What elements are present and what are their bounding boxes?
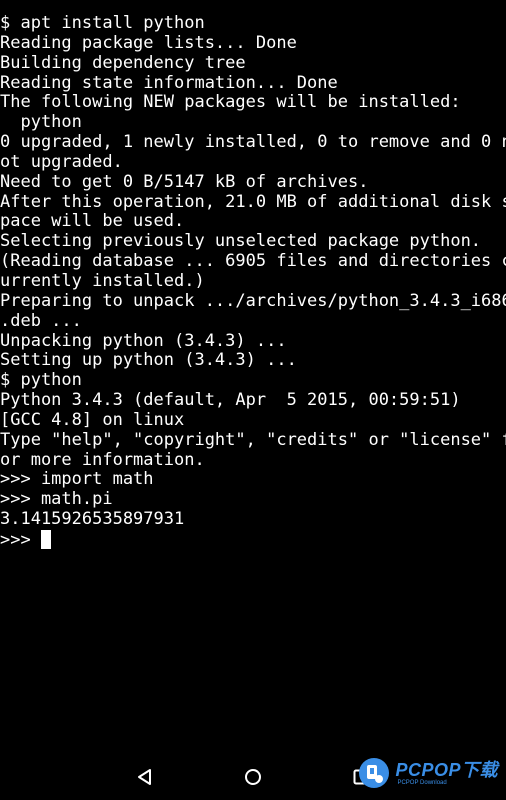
terminal-line: The following NEW packages will be insta…: [0, 93, 461, 113]
terminal-line: Building dependency tree: [0, 53, 246, 73]
terminal-line: Reading package lists... Done: [0, 33, 297, 53]
terminal-output[interactable]: $ apt install python Reading package lis…: [0, 0, 506, 755]
back-triangle-icon: [138, 769, 151, 785]
terminal-line: $ apt install python: [0, 14, 205, 33]
terminal-line: python: [0, 113, 82, 133]
terminal-line: ot upgraded.: [0, 152, 123, 172]
text-cursor: [40, 529, 51, 549]
prompt: >>>: [0, 529, 41, 550]
terminal-line: Type "help", "copyright", "credits" or "…: [0, 430, 506, 450]
terminal-line: or more information.: [0, 450, 205, 470]
watermark-logo: PCPOP下载 PCPOP Download: [357, 752, 498, 794]
watermark-subtitle: PCPOP Download: [397, 779, 447, 786]
terminal-line: 0 upgraded, 1 newly installed, 0 to remo…: [0, 133, 506, 153]
terminal-line: $ python: [0, 371, 82, 391]
terminal-prompt-line[interactable]: >>>: [0, 529, 506, 550]
terminal-line: >>> math.pi: [0, 490, 113, 510]
terminal-line: [GCC 4.8] on linux: [0, 410, 185, 430]
terminal-line: Reading state information... Done: [0, 73, 338, 93]
back-button[interactable]: [134, 766, 156, 788]
navigation-bar: PCPOP下载 PCPOP Download: [0, 755, 506, 800]
terminal-line: Python 3.4.3 (default, Apr 5 2015, 00:59…: [0, 391, 461, 411]
terminal-line: Preparing to unpack .../archives/python_…: [0, 291, 506, 311]
terminal-line: pace will be used.: [0, 212, 185, 232]
terminal-line: (Reading database ... 6905 files and dir…: [0, 252, 506, 272]
terminal-line: Selecting previously unselected package …: [0, 232, 482, 252]
home-circle-icon: [245, 769, 261, 785]
terminal-line: .deb ...: [0, 311, 82, 331]
terminal-line: Unpacking python (3.4.3) ...: [0, 331, 287, 351]
terminal-line: After this operation, 21.0 MB of additio…: [0, 192, 506, 212]
pcpop-logo-icon: [359, 758, 390, 788]
terminal-line: 3.1415926535897931: [0, 510, 185, 530]
terminal-line: >>> import math: [0, 470, 154, 490]
terminal-line: Setting up python (3.4.3) ...: [0, 351, 297, 371]
terminal-line: urrently installed.): [0, 271, 205, 291]
home-button[interactable]: [242, 766, 264, 788]
terminal-line: Need to get 0 B/5147 kB of archives.: [0, 172, 369, 192]
watermark-brand: PCPOP下载: [395, 759, 498, 780]
